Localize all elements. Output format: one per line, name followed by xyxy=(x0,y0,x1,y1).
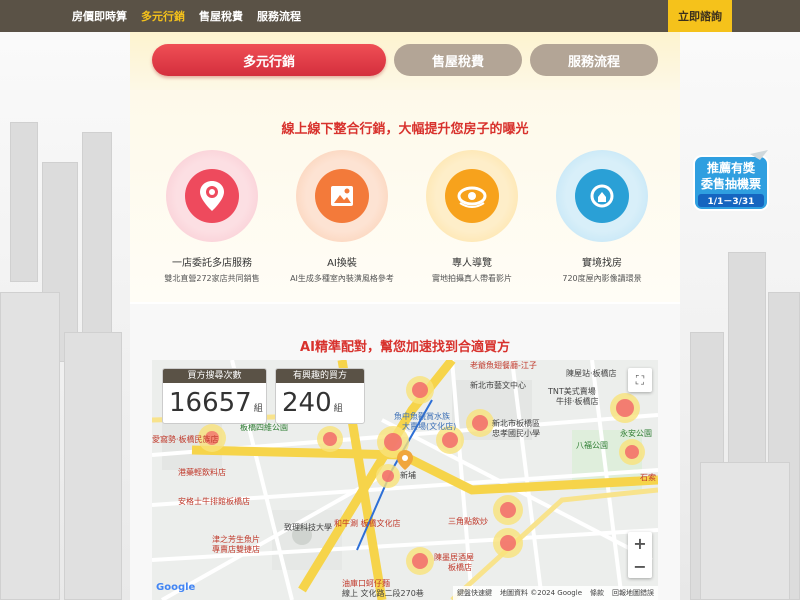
feature-title: 實境找房 xyxy=(582,258,622,269)
nav-link-marketing[interactable]: 多元行銷 xyxy=(141,8,185,24)
map-label: 三角點飲炒 xyxy=(448,517,488,526)
feature-title: AI換裝 xyxy=(327,258,357,269)
stat-header: 買方搜尋次數 xyxy=(163,369,266,383)
stat-header: 有興趣的買方 xyxy=(276,369,364,383)
feature-ai-decor: AI換裝 AI生成多種室內裝潢風格參考 xyxy=(282,150,402,284)
feature-desc: 720度屋內影像讀環景 xyxy=(562,274,642,283)
promo-line1: 推薦有獎 xyxy=(707,160,756,175)
feature-icon-circle xyxy=(296,150,388,242)
stat-number: 240 xyxy=(282,388,332,418)
zoom-in-button[interactable]: + xyxy=(628,532,652,555)
map-label: 忠孝國民小學 xyxy=(492,429,540,438)
feature-icon-circle xyxy=(426,150,518,242)
map-label: 港藥輕飲料店 xyxy=(178,468,226,477)
fullscreen-icon[interactable]: ⛶ xyxy=(628,368,652,392)
map-attribution: 鍵盤快速鍵 地圖資料 ©2024 Google 條款 回報地圖錯誤 xyxy=(453,586,658,600)
map-label: 線上 文化路二段270巷 xyxy=(342,589,424,598)
map-label: 板橋店 xyxy=(448,563,472,572)
map-label: 致理科技大學 xyxy=(284,523,332,532)
ai-matching-title: AI精準配對，幫您加速找到合適買方 xyxy=(300,340,510,355)
nav-links: 房價即時算 多元行銷 售屋稅費 服務流程 xyxy=(72,0,315,32)
top-navigation-bar: 房價即時算 多元行銷 售屋稅費 服務流程 立即諮詢 xyxy=(0,0,800,32)
tab-service-process[interactable]: 服務流程 xyxy=(530,44,658,76)
zoom-controls: + − xyxy=(628,532,652,578)
feature-title: 專人導覽 xyxy=(452,258,492,269)
map-label: 專賣店雙捷店 xyxy=(212,545,260,554)
map-label: 安格士牛排館板橋店 xyxy=(178,497,250,506)
promo-dates: 1/1－3/31 xyxy=(708,197,755,207)
map-label: 陳屋站·板橋店 xyxy=(566,369,617,378)
stat-unit: 組 xyxy=(333,404,343,414)
feature-desc: 實地拍攝真人帶看影片 xyxy=(432,274,512,283)
map-label: 和牛涮 板橋文化店 xyxy=(334,519,401,528)
zoom-out-button[interactable]: − xyxy=(628,555,652,578)
stat-number: 16657 xyxy=(169,388,252,418)
tab-tax-fees[interactable]: 售屋稅費 xyxy=(394,44,522,76)
tab-strip: 多元行銷 售屋稅費 服務流程 xyxy=(130,32,680,90)
tab-marketing[interactable]: 多元行銷 xyxy=(152,44,386,76)
feature-icon-circle xyxy=(556,150,648,242)
feature-vr-house: 實境找房 720度屋內影像讀環景 xyxy=(542,150,662,284)
map-data-text: 地圖資料 ©2024 Google xyxy=(500,589,582,597)
nav-link-price-estimate[interactable]: 房價即時算 xyxy=(72,8,127,24)
marketing-features-section: 線上線下整合行銷，大幅提升您房子的曝光 一店委託多店服務 雙北直營272家店共同… xyxy=(130,90,680,302)
map-label: 新埔 xyxy=(400,471,416,480)
nav-link-service-process[interactable]: 服務流程 xyxy=(257,8,301,24)
ai-magic-image-icon xyxy=(315,169,369,223)
map-label: 八福公園 xyxy=(576,441,608,450)
map-label: 永安公園 xyxy=(620,429,652,438)
map-label: 新北市藝文中心 xyxy=(470,381,526,390)
report-error-link[interactable]: 回報地圖錯誤 xyxy=(612,588,654,598)
buyer-search-count-card: 買方搜尋次數 16657 組 xyxy=(162,368,267,424)
buyer-heat-map[interactable]: 老爺魚翅餐廳-江子 新北市藝文中心 TNT美式賣場 牛排·板橋店 愛窩勢·板橋民… xyxy=(152,360,658,600)
keyboard-shortcuts-link[interactable]: 鍵盤快速鍵 xyxy=(457,588,492,598)
content-panel: 多元行銷 售屋稅費 服務流程 線上線下整合行銷，大幅提升您房子的曝光 一店委託多… xyxy=(130,32,680,600)
feature-title: 一店委託多店服務 xyxy=(172,258,252,269)
left-background-cityscape xyxy=(0,32,130,600)
google-logo[interactable]: Google xyxy=(156,582,195,593)
stat-value: 16657 組 xyxy=(163,383,266,423)
map-label: 老爺魚翅餐廳-江子 xyxy=(470,361,537,370)
stat-value: 240 組 xyxy=(276,383,364,423)
feature-multi-store: 一店委託多店服務 雙北直營272家店共同銷售 xyxy=(152,150,272,284)
right-background-cityscape xyxy=(680,32,800,600)
map-label: 石索 xyxy=(640,473,656,482)
consult-now-button[interactable]: 立即諮詢 xyxy=(668,0,732,32)
feature-desc: 雙北直營272家店共同銷售 xyxy=(164,274,260,283)
map-label: 愛窩勢·板橋民族店 xyxy=(152,435,219,444)
feature-icon-circle xyxy=(166,150,258,242)
eye-rotate-icon xyxy=(445,169,499,223)
stat-unit: 組 xyxy=(253,404,263,414)
marketing-section-title: 線上線下整合行銷，大幅提升您房子的曝光 xyxy=(281,122,529,137)
nav-link-tax-fees[interactable]: 售屋稅費 xyxy=(199,8,243,24)
vr-360-icon xyxy=(575,169,629,223)
promo-line2: 委售抽機票 xyxy=(700,176,761,191)
referral-promo-badge[interactable]: 推薦有獎 委售抽機票 1/1－3/31 xyxy=(690,150,772,216)
terms-link[interactable]: 條款 xyxy=(590,588,604,598)
feature-guided-tour: 專人導覽 實地拍攝真人帶看影片 xyxy=(412,150,532,284)
location-pin-icon xyxy=(185,169,239,223)
feature-desc: AI生成多種室內裝潢風格參考 xyxy=(290,274,394,283)
interested-buyers-card: 有興趣的買方 240 組 xyxy=(275,368,365,424)
map-label: 牛排·板橋店 xyxy=(556,397,599,406)
map-label: 大賣場(文化店) xyxy=(402,422,457,431)
